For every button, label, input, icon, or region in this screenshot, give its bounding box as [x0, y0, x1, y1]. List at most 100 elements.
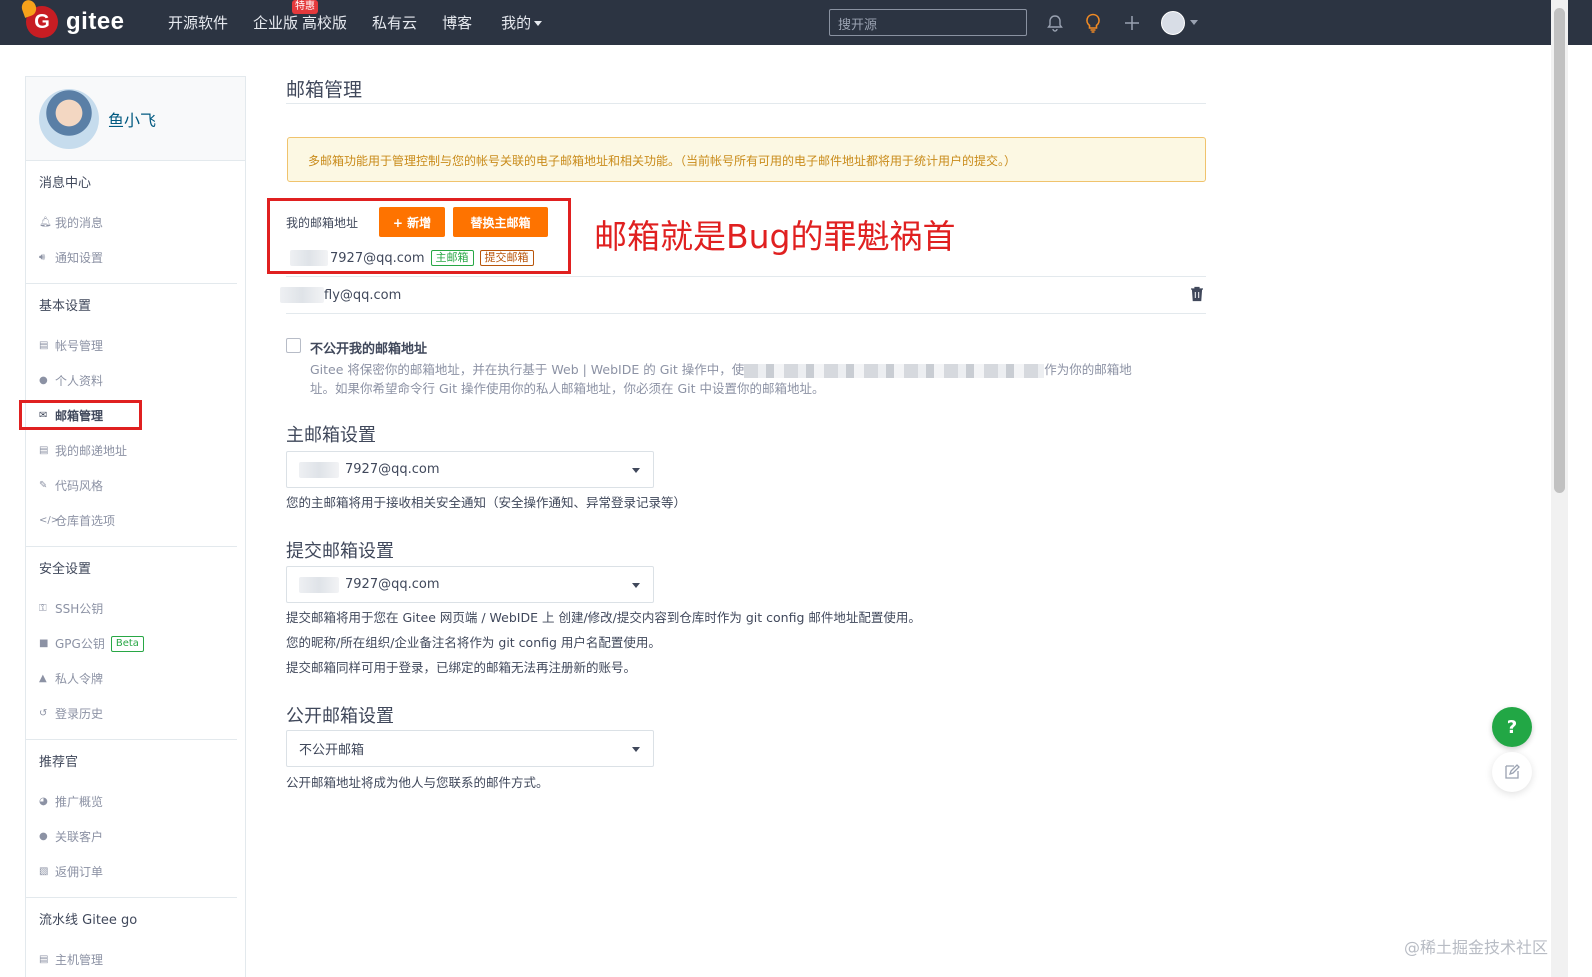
username[interactable]: 鱼小飞: [108, 107, 156, 131]
chevron-down-icon: [632, 747, 640, 752]
highlight-box-sidebar: [19, 400, 142, 430]
history-icon: ↺: [39, 708, 48, 719]
sidebar-item-label: 仓库首选项: [55, 514, 116, 528]
desc-text: 作为你的邮箱地: [1044, 362, 1132, 377]
public-email-heading: 公开邮箱设置: [286, 706, 394, 727]
sidebar-item-label: 主机管理: [55, 953, 104, 967]
section-title: 流水线 Gitee go: [39, 913, 138, 928]
menu-section-messages: 消息中心 🔔︎ 我的消息 🔊︎ 通知设置: [26, 161, 237, 284]
plus-icon[interactable]: [1121, 12, 1143, 34]
sidebar-item-label: 私人令牌: [55, 672, 104, 686]
sidebar-item-code-style[interactable]: ✎ 代码风格: [26, 468, 237, 503]
sidebar-item-label: 代码风格: [55, 479, 104, 493]
profile-card: 鱼小飞: [26, 77, 245, 161]
chevron-down-icon: [632, 468, 640, 473]
sidebar-item-profile[interactable]: ● 个人资料: [26, 363, 237, 398]
commit-email-select[interactable]: 7927@qq.com: [286, 566, 654, 603]
chevron-down-icon: [632, 583, 640, 588]
sidebar-item-private-tokens[interactable]: ▲ 私人令牌: [26, 661, 237, 696]
user-link-icon: ●: [39, 831, 48, 842]
avatar[interactable]: [39, 89, 99, 149]
redacted-text: [744, 363, 1045, 378]
sidebar-item-label: 个人资料: [55, 374, 104, 388]
sidebar-item-label: 通知设置: [55, 251, 104, 265]
scrollbar[interactable]: [1551, 0, 1568, 977]
sidebar-item-ssh-keys[interactable]: ⚿ SSH公钥: [26, 591, 237, 626]
sidebar-item-notification-settings[interactable]: 🔊︎ 通知设置: [26, 240, 237, 275]
sidebar-item-mailing-address[interactable]: ▤ 我的邮递地址: [26, 433, 237, 468]
sidebar-item-label: 推广概览: [55, 795, 104, 809]
main-nav: 开源软件 企业版 特惠 高校版 私有云 博客 我的: [168, 0, 567, 45]
nav-mine[interactable]: 我的: [501, 12, 543, 33]
sidebar-item-my-messages[interactable]: 🔔︎ 我的消息: [26, 205, 237, 240]
sidebar-item-host-management[interactable]: ▤ 主机管理: [26, 942, 237, 977]
section-title: 消息中心: [39, 176, 92, 191]
sidebar-item-label: 关联客户: [55, 830, 104, 844]
scrollbar-thumb[interactable]: [1554, 8, 1565, 493]
sidebar-item-linked-customers[interactable]: ● 关联客户: [26, 819, 237, 854]
page-title: 邮箱管理: [286, 79, 363, 101]
lightbulb-icon[interactable]: [1082, 12, 1104, 34]
primary-email-select[interactable]: 7927@qq.com: [286, 451, 654, 488]
gitee-logo-icon: G: [19, 0, 58, 38]
sidebar-item-label: 登录历史: [55, 707, 104, 721]
search-input[interactable]: 搜开源: [829, 9, 1027, 36]
commit-email-help-1: 提交邮箱将用于您在 Gitee 网页端 / WebIDE 上 创建/修改/提交内…: [286, 610, 921, 625]
commit-email-heading: 提交邮箱设置: [286, 541, 394, 562]
section-title: 基本设置: [39, 299, 92, 314]
watermark: @稀土掘金技术社区: [1404, 938, 1549, 957]
help-button[interactable]: ?: [1492, 707, 1532, 747]
select-value: 7927@qq.com: [345, 577, 440, 592]
address-card-icon: ▤: [39, 445, 49, 456]
nav-blog[interactable]: 博客: [442, 12, 472, 33]
divider: [286, 103, 1206, 104]
bell-icon[interactable]: [1044, 12, 1066, 34]
token-icon: ▲: [39, 673, 47, 684]
bell-icon: 🔔︎: [39, 217, 52, 228]
section-title: 安全设置: [39, 562, 92, 577]
redacted-text: [280, 287, 324, 303]
sidebar-item-label: 返佣订单: [55, 865, 104, 879]
beta-badge: Beta: [110, 635, 144, 652]
commit-email-help-2: 您的昵称/所在组织/企业备注名将作为 git config 用户名配置使用。: [286, 635, 661, 650]
desc-text: 址。如果你希望命令行 Git 操作使用你的私人邮箱地址，你必须在 Git 中设置…: [310, 381, 825, 396]
section-title: 推荐官: [39, 755, 79, 770]
sidebar-item-login-history[interactable]: ↺ 登录历史: [26, 696, 237, 731]
code-icon: </>: [39, 515, 60, 526]
nav-open-source[interactable]: 开源软件: [168, 12, 228, 33]
nav-enterprise-label: 企业版: [253, 14, 299, 32]
public-email-select[interactable]: 不公开邮箱: [286, 730, 654, 767]
annotation-text: 邮箱就是Bug的罪魁祸首: [594, 217, 956, 256]
sidebar-item-account[interactable]: ▤ 帐号管理: [26, 328, 237, 363]
server-icon: ▤: [39, 954, 49, 965]
sidebar-item-promo-overview[interactable]: ◕ 推广概览: [26, 784, 237, 819]
sidebar-item-gpg-keys[interactable]: ■ GPG公钥 Beta: [26, 626, 237, 661]
lock-icon: ■: [39, 638, 49, 649]
sidebar-item-repo-preferences[interactable]: </> 仓库首选项: [26, 503, 237, 538]
sidebar-item-commission-orders[interactable]: ▧ 返佣订单: [26, 854, 237, 889]
select-value: 不公开邮箱: [299, 743, 365, 758]
private-email-checkbox[interactable]: [286, 338, 301, 353]
speaker-icon: 🔊︎: [39, 252, 46, 263]
email-address: fly@qq.com: [324, 287, 402, 303]
primary-email-heading: 主邮箱设置: [286, 425, 376, 446]
nav-enterprise[interactable]: 企业版 特惠: [253, 0, 319, 33]
trash-icon[interactable]: [1190, 286, 1204, 302]
sidebar-item-label: 帐号管理: [55, 339, 104, 353]
menu-section-pipeline: 流水线 Gitee go ▤ 主机管理: [26, 898, 237, 977]
desc-text: Gitee 将保密你的邮箱地址，并在执行基于 Web | WebIDE 的 Gi…: [310, 362, 745, 377]
info-notice: 多邮箱功能用于管理控制与您的帐号关联的电子邮箱地址和相关功能。（当前帐号所有可用…: [287, 137, 1206, 182]
public-email-help: 公开邮箱地址将成为他人与您联系的邮件方式。: [286, 775, 549, 790]
gitee-logo[interactable]: G gitee: [19, 0, 125, 40]
private-email-description: Gitee 将保密你的邮箱地址，并在执行基于 Web | WebIDE 的 Gi…: [310, 360, 1190, 398]
chevron-down-icon[interactable]: [1190, 20, 1198, 25]
logo-text: gitee: [66, 8, 125, 35]
commit-email-help-3: 提交邮箱同样可用于登录，已绑定的邮箱无法再注册新的账号。: [286, 660, 637, 675]
nav-private-cloud[interactable]: 私有云: [372, 12, 417, 33]
email-row-secondary: fly@qq.com: [280, 285, 401, 305]
primary-email-help: 您的主邮箱将用于接收相关安全通知（安全操作通知、异常登录记录等）: [286, 495, 687, 510]
user-avatar[interactable]: [1161, 11, 1185, 35]
feedback-button[interactable]: [1492, 752, 1532, 792]
nav-education[interactable]: 高校版: [302, 12, 347, 33]
private-email-label[interactable]: 不公开我的邮箱地址: [310, 338, 427, 357]
